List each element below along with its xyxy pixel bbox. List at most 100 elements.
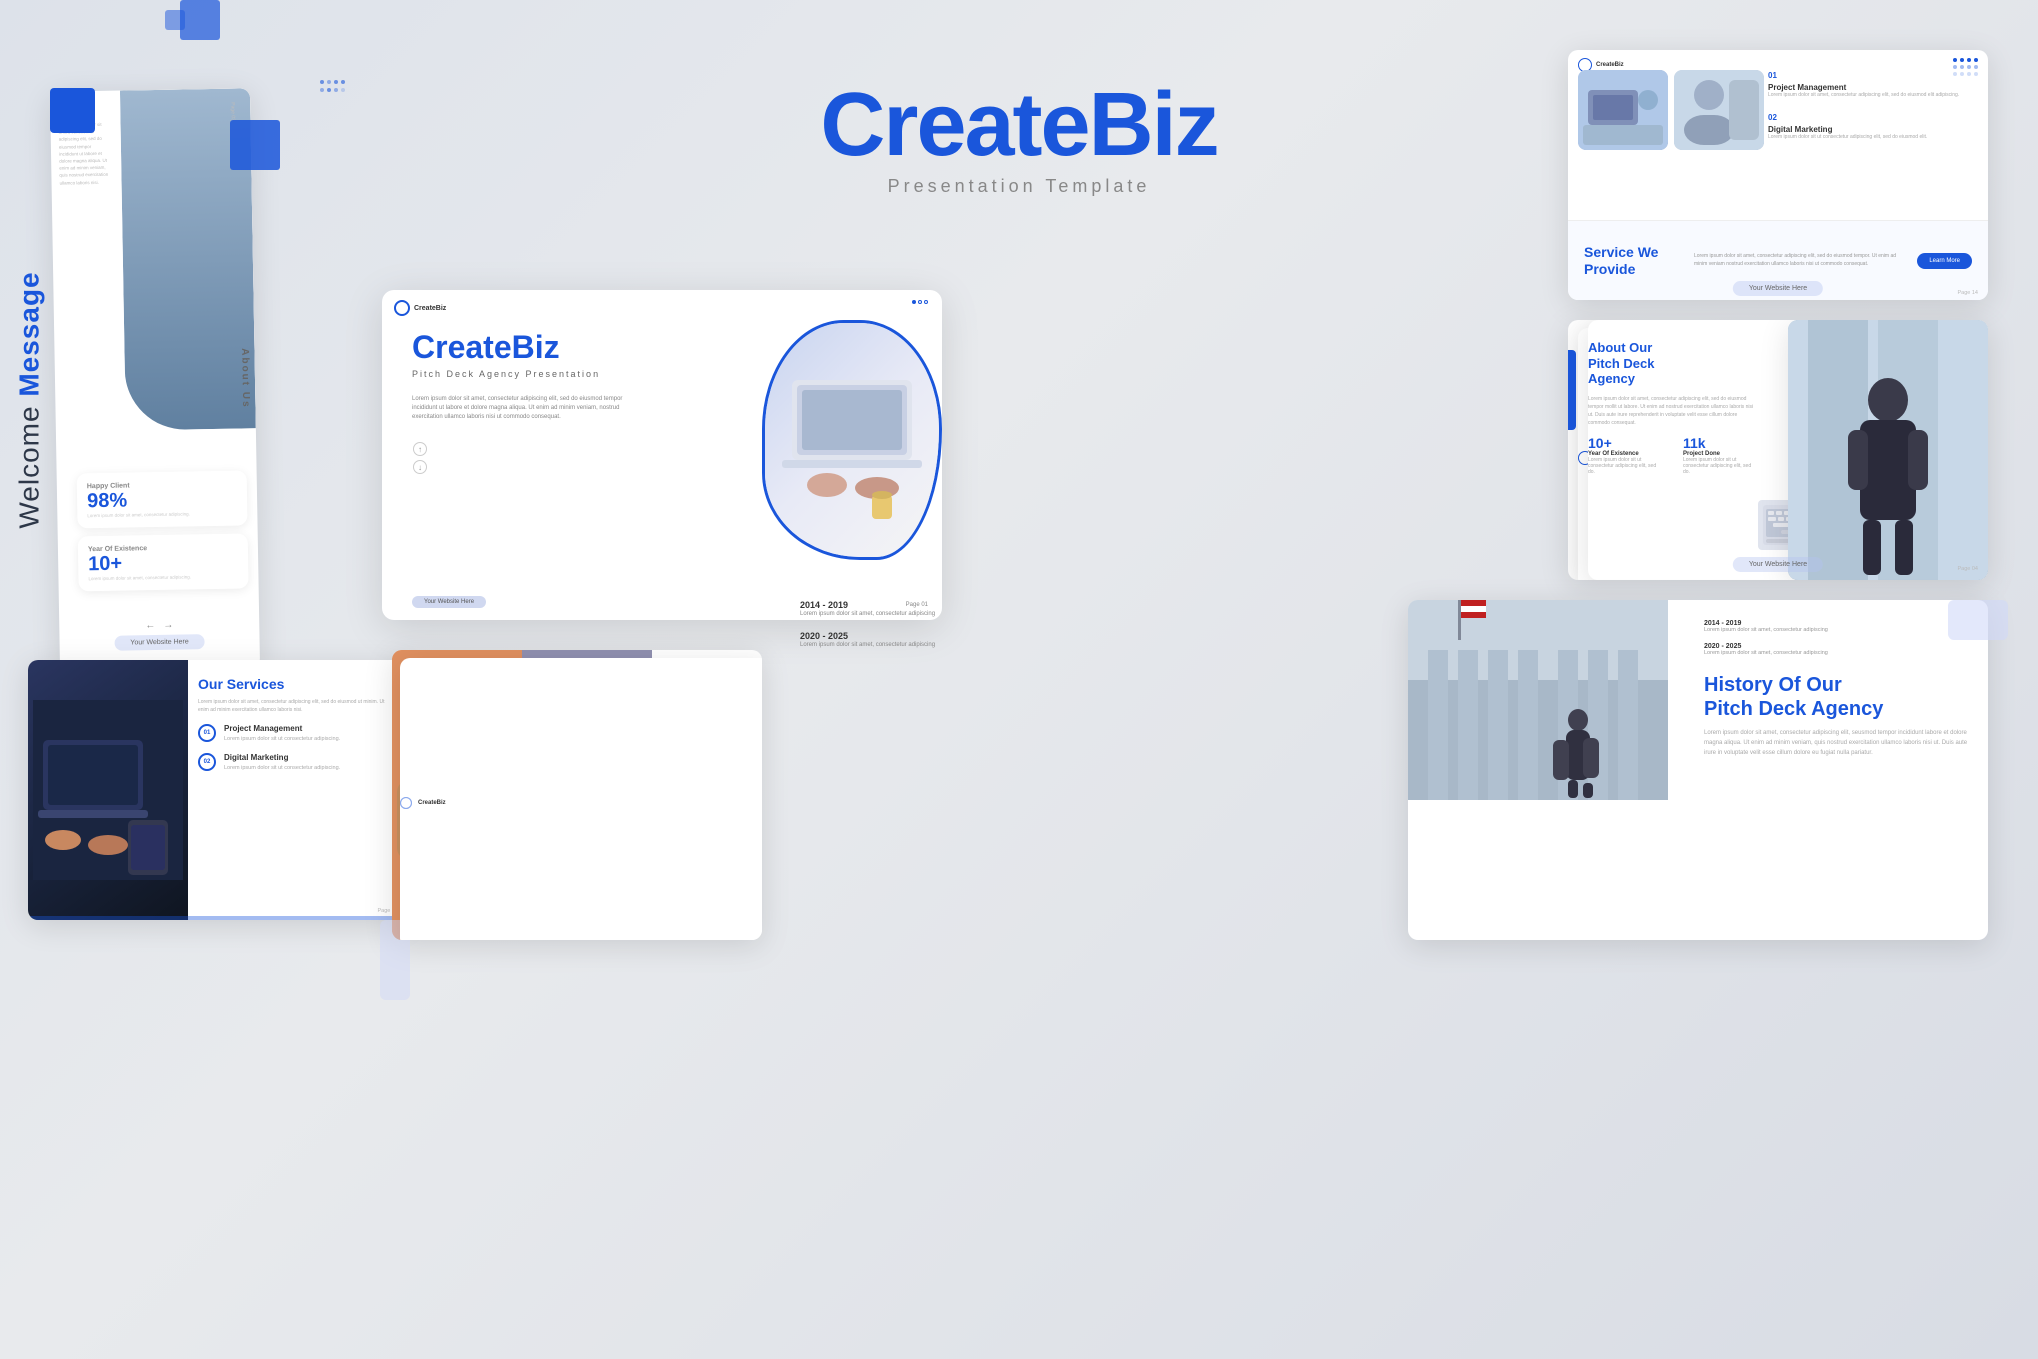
rm-website: Your Website Here <box>1733 553 1823 572</box>
svc-num-1: 01 <box>1768 71 1777 80</box>
timeline-snippet: 2014 - 2019 Lorem ipsum dolor sit amet, … <box>800 590 1020 660</box>
top-dots-left-2 <box>320 88 345 92</box>
tr-page-footer: Page 14 <box>1958 290 1979 296</box>
learn-more-btn[interactable]: Learn More <box>1917 253 1972 269</box>
timeline-2: 2020 - 2025 Lorem ipsum dolor sit amet, … <box>800 631 1020 650</box>
about-pitch-slide[interactable]: CreateBiz ↑ ↓ About Our Pitch Deck Agenc… <box>1568 320 1988 580</box>
provide-title-area: Service We Provide <box>1584 244 1674 278</box>
building-svg <box>1408 600 1668 800</box>
services-slide[interactable]: Our Services Lorem ipsum dolor sit amet,… <box>28 660 408 920</box>
team-nav-down[interactable]: ↓ <box>400 797 412 809</box>
services-regular: Our <box>198 676 227 692</box>
slide-image-area <box>742 300 942 580</box>
rm-blue-accent <box>1568 350 1576 430</box>
service-item-1: 01 Project Management Lorem ipsum dolor … <box>198 724 396 743</box>
rm-desc: Lorem ipsum dolor sit amet, consectetur … <box>1588 395 1758 427</box>
service-item-2: 02 Digital Marketing Lorem ipsum dolor s… <box>198 753 396 772</box>
hist-d-1: Lorem ipsum dolor sit amet, consectetur … <box>1704 627 1828 635</box>
service-name-2: Digital Marketing <box>224 753 340 762</box>
timeline-1: 2014 - 2019 Lorem ipsum dolor sit amet, … <box>800 600 1020 619</box>
history-title: History Of Our Pitch Deck Agency <box>1704 673 1972 721</box>
blue-deco-top <box>230 120 280 170</box>
brand-regular: Create <box>820 75 1088 175</box>
year-card: Year Of Existence 10+ Lorem ipsum dolor … <box>78 533 249 591</box>
history-content: 2014 - 2019 Lorem ipsum dolor sit amet, … <box>1688 600 1988 940</box>
svc-num-2: 02 <box>1768 113 1777 122</box>
svc-title-1: Project Management <box>1768 83 1978 92</box>
rm-page: Page 04 <box>1958 566 1979 572</box>
team-slide[interactable]: CreateBiz <box>392 650 762 940</box>
tr-svc-2: 02 Digital Marketing Lorem ipsum dolor s… <box>1768 107 1978 141</box>
nav-arrows[interactable]: ← → <box>145 620 173 631</box>
building-scene <box>1408 600 1668 800</box>
timeline-desc-1: Lorem ipsum dolor sit amet, consectetur … <box>800 610 1020 619</box>
tr-photo-2-svg <box>1674 70 1764 150</box>
history-photo <box>1408 600 1668 800</box>
about-us-label: About Us <box>239 348 251 409</box>
blob-image <box>765 323 939 557</box>
welcome-rotated-container: Welcome Message <box>15 90 45 710</box>
provide-title: Service We Provide <box>1584 244 1674 278</box>
rm-stat-1: 10+ Year Of Existence Lorem ipsum dolor … <box>1588 435 1663 475</box>
laptop-illustration <box>772 340 932 540</box>
about-us-slide[interactable]: About Us Lorem ipsum dolor sit amet, con… <box>50 88 260 671</box>
top-right-services-slide[interactable]: CreateBiz <box>1568 50 1988 300</box>
center-hero-slide[interactable]: CreateBiz CreateBiz Pitch Deck Agency Pr… <box>382 290 942 620</box>
timeline-desc-2: Lorem ipsum dolor sit amet, consectetur … <box>800 641 1020 650</box>
team-nav[interactable]: ↑ ↓ <box>400 781 412 809</box>
team-nav-up[interactable]: ↑ <box>400 781 412 793</box>
center-nav[interactable]: ↑ ↓ <box>412 442 428 474</box>
welcome-text: Welcome Message <box>14 271 46 528</box>
rm-line1: About Our <box>1588 340 1758 356</box>
deco-square-1 <box>180 0 220 40</box>
slide-footer: ← → Your Website Here <box>59 618 259 651</box>
tr-website-pill: Your Website Here <box>1733 281 1823 296</box>
logo-dot <box>394 300 410 316</box>
brand-bold: Biz <box>1089 75 1218 175</box>
slide-logo: CreateBiz <box>414 305 446 312</box>
team-logo-text: CreateBiz <box>415 799 449 807</box>
slide-brand-regular: Create <box>412 329 512 365</box>
happy-client-value: 98% <box>87 488 237 514</box>
slide-description: Lorem ipsum dolor sit amet, consectetur … <box>412 395 632 422</box>
tr-service-list: 01 Project Management Lorem ipsum dolor … <box>1768 65 1978 149</box>
history-slide[interactable]: 2014 - 2019 Lorem ipsum dolor sit amet, … <box>1408 600 1988 940</box>
year-value: 10+ <box>88 551 238 577</box>
slide-brand-bold: Biz <box>512 329 560 365</box>
rm-stats: 10+ Year Of Existence Lorem ipsum dolor … <box>1588 435 1758 475</box>
welcome-highlight: Message <box>14 271 45 396</box>
top-dots-left <box>320 80 345 84</box>
slide-brand-subtitle: Pitch Deck Agency Presentation <box>412 369 652 379</box>
nav-down[interactable]: ↓ <box>413 460 427 474</box>
desk-svg <box>33 700 183 880</box>
deco-lilac-1 <box>1948 600 2008 640</box>
rm-website-pill: Your Website Here <box>1733 557 1823 572</box>
rm-side-photo <box>1788 320 1988 580</box>
hist-yr-1: 2014 - 2019 <box>1704 620 1828 627</box>
tr-website-footer: Your Website Here <box>1733 277 1823 296</box>
rm-line2: Pitch Deck <box>1588 356 1758 372</box>
svc-desc-2: Lorem ipsum dolor sit ut consectetur adi… <box>1768 134 1978 141</box>
slide-title-area: CreateBiz Pitch Deck Agency Presentation… <box>412 330 652 474</box>
history-tl-1: 2014 - 2019 Lorem ipsum dolor sit amet, … <box>1704 620 1828 635</box>
tr-photo-2 <box>1674 70 1764 150</box>
rm-stat-desc-1: Lorem ipsum dolor sit ut consectetur adi… <box>1588 457 1663 475</box>
hist-d-2: Lorem ipsum dolor sit amet, consectetur … <box>1704 650 1972 658</box>
history-timeline-top: 2014 - 2019 Lorem ipsum dolor sit amet, … <box>1704 620 1972 635</box>
provide-desc: Lorem ipsum dolor sit amet, consectetur … <box>1694 253 1897 268</box>
history-tl-2: 2020 - 2025 Lorem ipsum dolor sit amet, … <box>1704 643 1972 658</box>
slide-website: Your Website Here <box>412 596 486 608</box>
service-desc-1: Lorem ipsum dolor sit ut consectetur adi… <box>224 735 340 743</box>
tr-photo-1 <box>1578 70 1668 150</box>
services-desc: Lorem ipsum dolor sit amet, consectetur … <box>198 698 396 714</box>
happy-client-card: Happy Client 98% Lorem ipsum dolor sit a… <box>77 470 248 528</box>
history-desc: Lorem ipsum dolor sit amet, consectetur … <box>1704 729 1972 758</box>
service-info-1: Project Management Lorem ipsum dolor sit… <box>224 724 340 743</box>
rm-stat-val-2: 11k <box>1683 435 1758 451</box>
service-name-1: Project Management <box>224 724 340 733</box>
nav-up[interactable]: ↑ <box>413 442 427 456</box>
main-title-area: CreateBiz Presentation Template <box>820 80 1217 197</box>
svc-desc-1: Lorem ipsum dolor sit amet, consectetur … <box>1768 92 1978 99</box>
tr-photo-1-svg <box>1578 70 1668 150</box>
main-brand-title: CreateBiz <box>820 80 1217 170</box>
